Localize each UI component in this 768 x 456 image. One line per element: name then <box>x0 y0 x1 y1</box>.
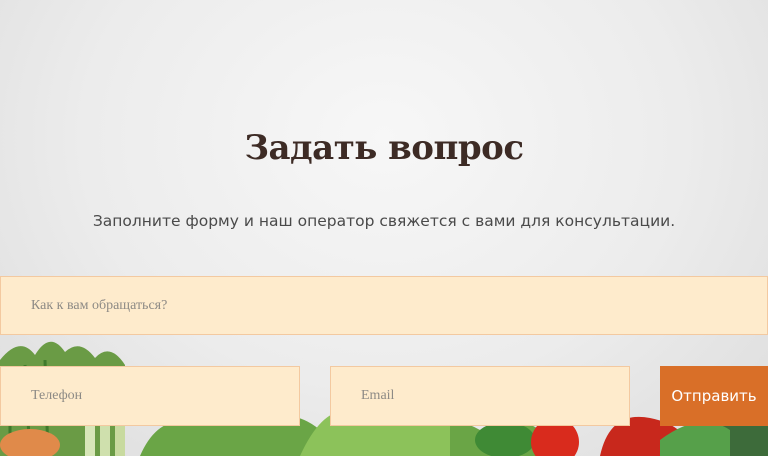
page-title: Задать вопрос <box>244 128 524 168</box>
form-subtitle: Заполните форму и наш оператор свяжется … <box>92 212 676 230</box>
email-input[interactable] <box>330 366 630 426</box>
submit-button[interactable]: Отправить <box>660 366 768 426</box>
name-input[interactable] <box>0 276 768 335</box>
phone-input[interactable] <box>0 366 300 426</box>
